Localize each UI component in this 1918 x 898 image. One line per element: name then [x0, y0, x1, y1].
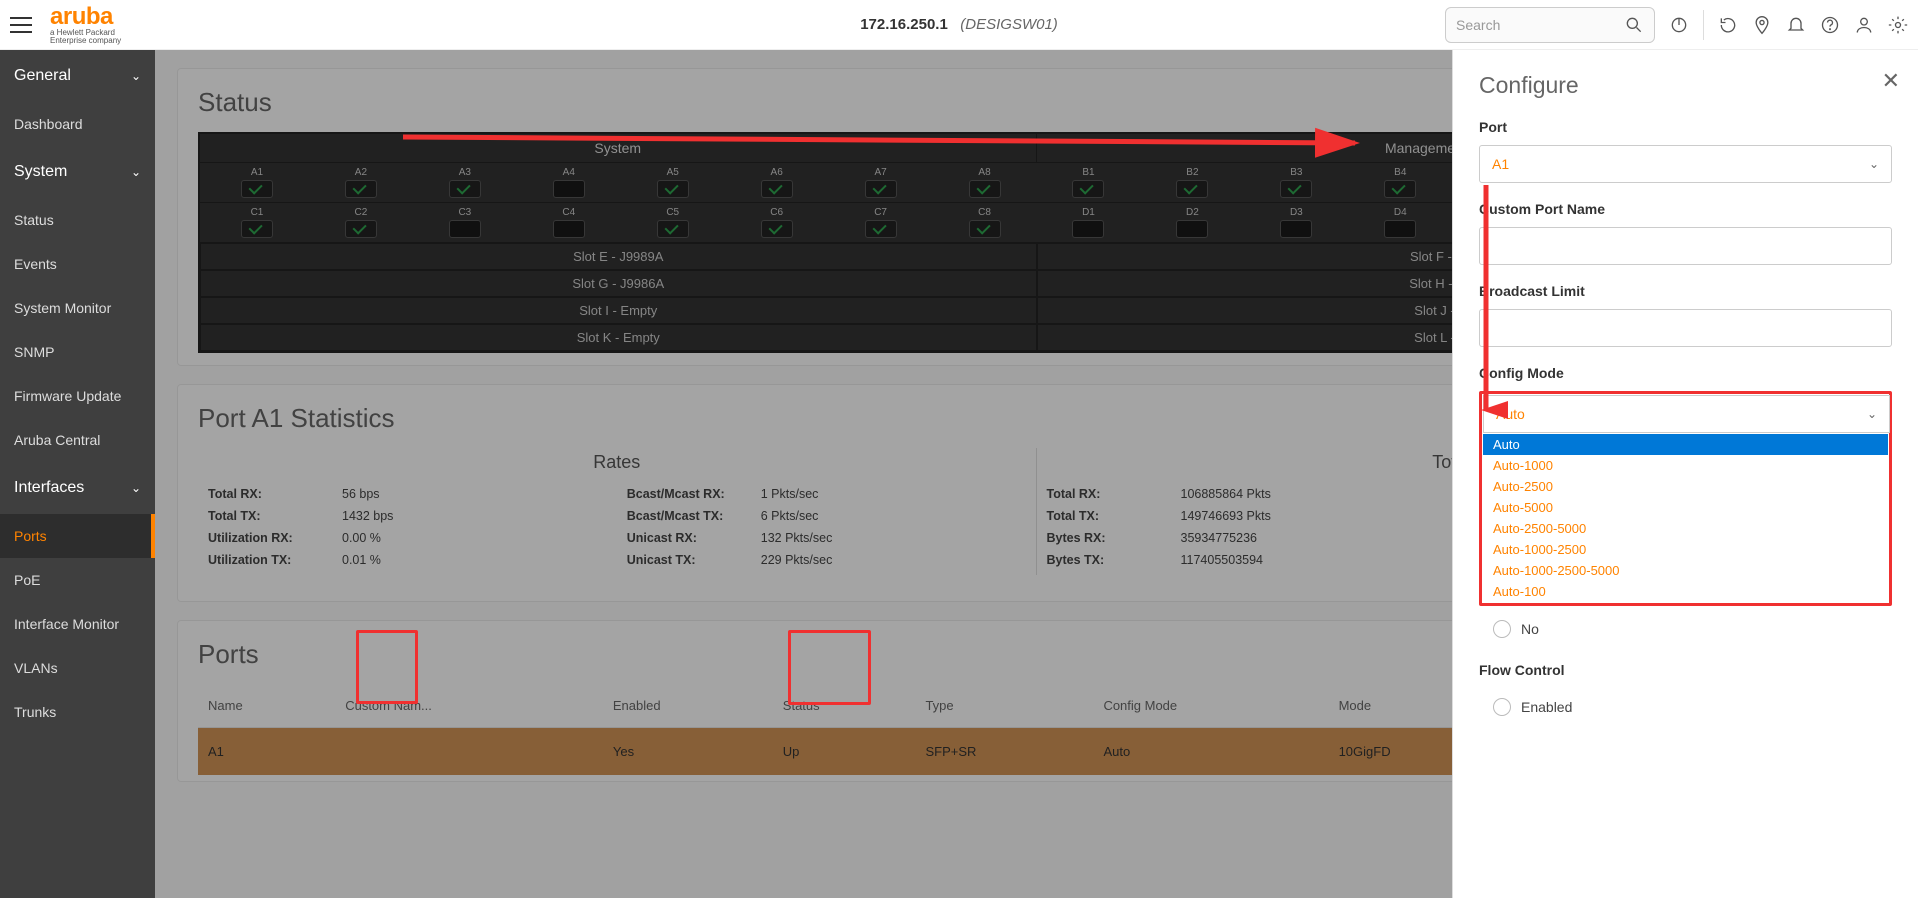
sidebar-item-trunks[interactable]: Trunks	[0, 690, 155, 734]
sidebar-section[interactable]: Interfaces⌄	[0, 462, 155, 514]
sidebar-item-system-monitor[interactable]: System Monitor	[0, 286, 155, 330]
option-auto-1000-2500[interactable]: Auto-1000-2500	[1483, 539, 1888, 560]
radio-icon	[1493, 620, 1511, 638]
bcast-input[interactable]	[1479, 309, 1892, 347]
device-title: 172.16.250.1 (DESIGSW01)	[860, 16, 1058, 34]
gear-icon[interactable]	[1888, 15, 1908, 35]
sidebar-item-ports[interactable]: Ports	[0, 514, 155, 558]
annotation-arrow-config	[1468, 180, 1508, 430]
close-icon[interactable]: ✕	[1882, 68, 1900, 94]
radio-icon	[1493, 698, 1511, 716]
top-bar: aruba a Hewlett Packard Enterprise compa…	[0, 0, 1918, 50]
sidebar-item-events[interactable]: Events	[0, 242, 155, 286]
sidebar-item-interface-monitor[interactable]: Interface Monitor	[0, 602, 155, 646]
sidebar-item-vlans[interactable]: VLANs	[0, 646, 155, 690]
radio-enabled[interactable]: Enabled	[1479, 692, 1586, 722]
sidebar-item-firmware-update[interactable]: Firmware Update	[0, 374, 155, 418]
logo: aruba a Hewlett Packard Enterprise compa…	[50, 5, 121, 45]
panel-title: Configure	[1479, 72, 1892, 99]
flow-control-group: Enabled	[1479, 688, 1892, 726]
search-input[interactable]: Search	[1445, 7, 1655, 43]
no-label: No	[1521, 621, 1539, 637]
bell-icon[interactable]	[1786, 15, 1806, 35]
main-content: Status ✔ Up ✖ System Management Modules …	[155, 50, 1918, 898]
flow-label: Flow Control	[1479, 662, 1892, 678]
logo-text: aruba	[50, 5, 121, 29]
config-mode-label: Config Mode	[1479, 365, 1892, 381]
chevron-down-icon: ⌄	[1867, 407, 1877, 421]
sidebar-section[interactable]: System⌄	[0, 146, 155, 198]
sidebar: General⌄DashboardSystem⌄StatusEventsSyst…	[0, 50, 155, 898]
device-ip: 172.16.250.1	[860, 16, 948, 33]
config-mode-dropdown[interactable]: Auto ⌄ AutoAuto-1000Auto-2500Auto-5000Au…	[1479, 391, 1892, 606]
power-icon[interactable]	[1669, 15, 1689, 35]
sidebar-section[interactable]: General⌄	[0, 50, 155, 102]
custom-name-label: Custom Port Name	[1479, 201, 1892, 217]
option-auto-2500-5000[interactable]: Auto-2500-5000	[1483, 518, 1888, 539]
port-select[interactable]: A1 ⌄	[1479, 145, 1892, 183]
radio-no[interactable]: No	[1479, 614, 1892, 644]
device-hostname: (DESIGSW01)	[960, 16, 1058, 33]
search-icon[interactable]	[1624, 15, 1644, 35]
option-auto-2500[interactable]: Auto-2500	[1483, 476, 1888, 497]
configure-panel: Configure ✕ Port A1 ⌄ Custom Port Name B…	[1452, 50, 1918, 898]
location-icon[interactable]	[1752, 15, 1772, 35]
sidebar-item-snmp[interactable]: SNMP	[0, 330, 155, 374]
menu-icon[interactable]	[10, 11, 38, 39]
user-icon[interactable]	[1854, 15, 1874, 35]
chevron-down-icon: ⌄	[1869, 157, 1879, 171]
option-auto-5000[interactable]: Auto-5000	[1483, 497, 1888, 518]
sidebar-item-status[interactable]: Status	[0, 198, 155, 242]
option-auto[interactable]: Auto	[1483, 434, 1888, 455]
sidebar-item-dashboard[interactable]: Dashboard	[0, 102, 155, 146]
option-auto-100[interactable]: Auto-100	[1483, 581, 1888, 602]
help-icon[interactable]	[1820, 15, 1840, 35]
bcast-label: Broadcast Limit	[1479, 283, 1892, 299]
option-auto-1000-2500-5000[interactable]: Auto-1000-2500-5000	[1483, 560, 1888, 581]
search-placeholder: Search	[1456, 17, 1500, 33]
custom-name-input[interactable]	[1479, 227, 1892, 265]
refresh-icon[interactable]	[1718, 15, 1738, 35]
option-auto-1000[interactable]: Auto-1000	[1483, 455, 1888, 476]
sidebar-item-poe[interactable]: PoE	[0, 558, 155, 602]
enabled-label: Enabled	[1521, 699, 1572, 715]
divider	[1703, 10, 1704, 40]
port-label: Port	[1479, 119, 1892, 135]
logo-sub2: Enterprise company	[50, 37, 121, 45]
port-value: A1	[1492, 156, 1509, 172]
sidebar-item-aruba-central[interactable]: Aruba Central	[0, 418, 155, 462]
